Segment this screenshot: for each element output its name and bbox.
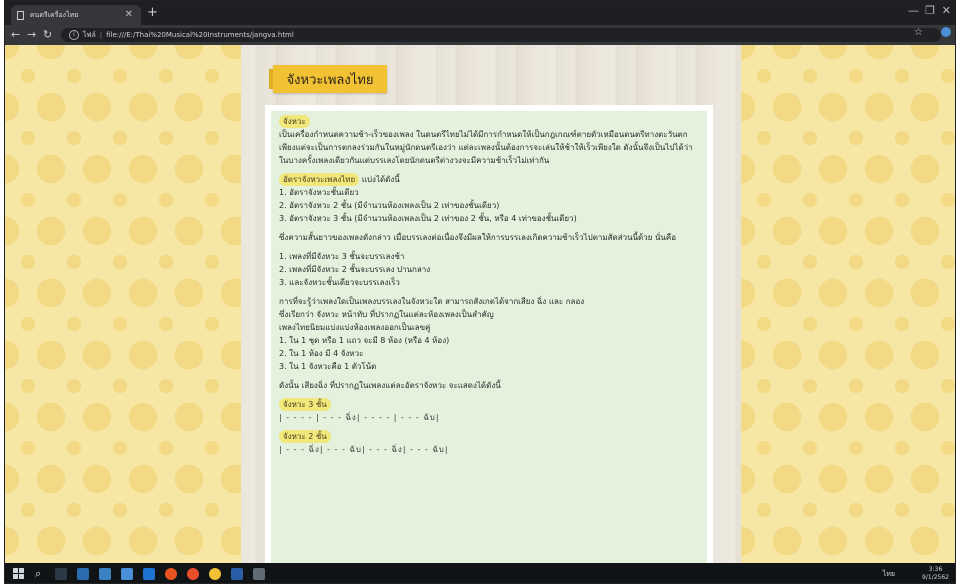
store-icon[interactable] (121, 568, 133, 580)
browser-window: ดนตรีเครื่องไทย ✕ + — ❐ ✕ ← → ↻ i ไฟล์ |… (4, 0, 956, 584)
close-tab-icon[interactable]: ✕ (125, 9, 133, 20)
beat-pattern-3: | - - - - | - - - ฉิ่ง| - - - - | - - - … (279, 413, 440, 422)
word-icon[interactable] (231, 568, 243, 580)
example-label-2: จังหวะ 2 ชั้น (279, 430, 331, 443)
address-separator: | (99, 31, 103, 39)
mail-icon[interactable] (77, 568, 89, 580)
rule-item: 3. ใน 1 จังหวะคือ 1 ตัวโน้ต (279, 362, 377, 371)
close-window-icon[interactable]: ✕ (942, 4, 951, 17)
tab-strip: ดนตรีเครื่องไทย ✕ + — ❐ ✕ (5, 1, 955, 25)
content-column: จังหวะเพลงไทย จังหวะ เป็นเครื่องกำหนดควา… (241, 45, 741, 575)
clock[interactable]: 3:36 9/1/2562 (922, 566, 949, 582)
content-card: จังหวะ เป็นเครื่องกำหนดความช้า-เร็วของเพ… (265, 105, 713, 575)
rate-item: 1. อัตราจังหวะชั้นเดียว (279, 188, 359, 197)
address-url: file:///E:/Thai%20Musical%20Instruments/… (106, 31, 294, 39)
address-bar[interactable]: i ไฟล์ | file:///E:/Thai%20Musical%20Ins… (61, 27, 941, 42)
start-icon[interactable] (13, 568, 25, 580)
speed-item: 1. เพลงที่มีจังหวะ 3 ชั้นจะบรรเลงช้า (279, 252, 405, 261)
rate-item: 2. อัตราจังหวะ 2 ชั้น (มีจำนวนห้องเพลงเป… (279, 201, 500, 210)
content-panel: จังหวะ เป็นเครื่องกำหนดความช้า-เร็วของเพ… (271, 111, 707, 569)
browser-tab[interactable]: ดนตรีเครื่องไทย ✕ (11, 5, 141, 25)
measure-intro: เพลงไทยนิยมแบ่งแบ่งห้องเพลงออกเป็นเลขคู่ (279, 323, 431, 332)
ching-intro: ดังนั้น เสียงฉิ่ง ที่ปรากฏในเพลงแต่ละอัต… (279, 381, 501, 390)
document-icon (17, 10, 24, 20)
beat-pattern-2: | - - - ฉิ่ง| - - - ฉับ| - - - ฉิ่ง| - -… (279, 445, 449, 454)
forward-icon[interactable]: → (27, 28, 36, 41)
app-icon[interactable] (253, 568, 265, 580)
bookmark-star-icon[interactable]: ☆ (914, 27, 923, 38)
tray-language[interactable]: ไทย (883, 569, 895, 580)
extension-icon[interactable] (941, 27, 951, 37)
observe-line-2: ซึ่งเรียกว่า จังหวะ หน้าทับ ที่ปรากฏในแต… (279, 310, 494, 319)
browser-toolbar: ← → ↻ i ไฟล์ | file:///E:/Thai%20Musical… (5, 25, 955, 45)
rule-item: 2. ใน 1 ห้อง มี 4 จังหวะ (279, 349, 364, 358)
rule-item: 1. ใน 1 ชุด หรือ 1 แถว จะมี 8 ห้อง (หรือ… (279, 336, 450, 345)
chrome-icon[interactable] (209, 568, 221, 580)
example-label-3: จังหวะ 3 ชั้น (279, 398, 331, 411)
search-icon[interactable]: ⌕ (35, 567, 41, 581)
opera-icon[interactable] (187, 568, 199, 580)
rate-item: 3. อัตราจังหวะ 3 ชั้น (มีจำนวนห้องเพลงเป… (279, 214, 577, 223)
clock-time: 3:36 (928, 566, 943, 573)
restore-icon[interactable]: ❐ (925, 4, 935, 17)
section-label-rhythm: จังหวะ (279, 115, 310, 128)
reload-icon[interactable]: ↻ (43, 28, 52, 41)
speed-item: 3. และจังหวะชั้นเดียวจะบรรเลงเร็ว (279, 278, 400, 287)
new-tab-icon[interactable]: + (147, 5, 158, 20)
photos-icon[interactable] (99, 568, 111, 580)
address-scheme-label: ไฟล์ (83, 30, 96, 39)
section-label-rates: อัตราจังหวะเพลงไทย (279, 173, 360, 186)
minimize-icon[interactable]: — (908, 4, 919, 17)
info-icon[interactable]: i (69, 30, 79, 40)
page-title: จังหวะเพลงไทย (269, 65, 387, 93)
back-icon[interactable]: ← (11, 28, 20, 41)
tab-title: ดนตรีเครื่องไทย (30, 10, 79, 19)
intro-paragraph: เป็นเครื่องกำหนดความช้า-เร็วของเพลง ในดน… (279, 130, 693, 165)
windows-taskbar: ⌕ ไทย 3:36 9/1/2562 (5, 563, 955, 583)
clock-date: 9/1/2562 (922, 574, 949, 581)
task-view-icon[interactable] (55, 568, 67, 580)
proportion-paragraph: ซึ่งความสั้นยาวของเพลงดังกล่าว เมื่อบรรเ… (279, 233, 677, 242)
speed-item: 2. เพลงที่มีจังหวะ 2 ชั้นจะบรรเลง ปานกลา… (279, 265, 431, 274)
edge-icon[interactable] (143, 568, 155, 580)
observe-line-1: การที่จะรู้ว่าเพลงใดเป็นเพลงบรรเลงในจังห… (279, 297, 585, 306)
firefox-icon[interactable] (165, 568, 177, 580)
page-viewport: จังหวะเพลงไทย จังหวะ เป็นเครื่องกำหนดควา… (5, 45, 955, 575)
rates-suffix: แบ่งได้ดังนี้ (361, 175, 400, 184)
